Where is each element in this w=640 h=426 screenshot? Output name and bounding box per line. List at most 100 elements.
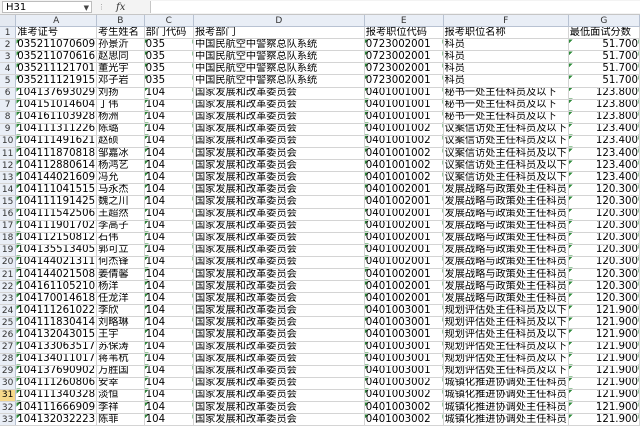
column-header-g[interactable]: G	[568, 15, 640, 28]
cell-e[interactable]: 0401001002	[364, 123, 444, 136]
cell-a[interactable]: 035211121701	[15, 62, 98, 76]
cell-c[interactable]: 104	[144, 111, 194, 124]
cell-f[interactable]: 科员	[443, 38, 569, 52]
cell-f[interactable]: 发展战略与政策处主任科员	[443, 220, 569, 233]
cell-e[interactable]: 0401001002	[364, 171, 444, 185]
cell-g[interactable]: 121.900	[568, 353, 640, 366]
cell-b[interactable]: 石伟	[96, 232, 145, 245]
row-header[interactable]: 10	[0, 135, 17, 149]
cell-d[interactable]: 国家发展和改革委员会	[193, 365, 365, 378]
cell-b[interactable]: 苏保涛	[96, 341, 145, 354]
cell-e[interactable]: 0401002001	[364, 183, 444, 197]
cell-d[interactable]: 中国民航空中警察总队系统	[193, 62, 365, 76]
cell-b[interactable]: 杨洲	[96, 111, 145, 124]
cell-d[interactable]: 中国民航空中警察总队系统	[193, 50, 365, 64]
row-header[interactable]: 23	[0, 292, 17, 306]
cell-c[interactable]: 104	[144, 304, 194, 318]
row-header[interactable]: 13	[0, 171, 17, 185]
cell-f[interactable]: 科员	[443, 62, 569, 76]
cell-e[interactable]: 0401003001	[364, 316, 444, 330]
cell-f[interactable]: 发展战略与政策处主任科员	[443, 244, 569, 257]
cell-g[interactable]: 123.800	[568, 87, 640, 100]
cell-a[interactable]: 104134011017	[15, 353, 98, 366]
cell-c[interactable]: 104	[144, 377, 194, 390]
cell-c[interactable]: 104	[144, 147, 194, 161]
cell-e[interactable]: 0401002001	[364, 208, 444, 221]
cell-b[interactable]: 孙景沂	[96, 38, 145, 52]
cell-g[interactable]: 123.800	[568, 111, 640, 124]
cell-a[interactable]: 104111830414	[15, 316, 98, 330]
column-header-c[interactable]: C	[144, 15, 194, 28]
cell-b[interactable]: 考生姓名	[96, 26, 145, 40]
cell-f[interactable]: 发展战略与政策处主任科员	[443, 256, 569, 269]
row-header[interactable]: 24	[0, 304, 17, 318]
cell-e[interactable]: 0401003001	[364, 328, 444, 342]
cell-d[interactable]: 国家发展和改革委员会	[193, 304, 365, 318]
cell-a[interactable]: 104111666909	[15, 401, 98, 415]
row-header[interactable]: 27	[0, 341, 17, 354]
cell-a[interactable]: 104111191425	[15, 195, 98, 209]
cell-e[interactable]: 0401003002	[364, 401, 444, 415]
cell-a[interactable]: 104135513405	[15, 244, 98, 257]
cell-f[interactable]: 规划评估处主任科员及以下	[443, 304, 569, 318]
cell-e[interactable]: 0723002001	[364, 50, 444, 64]
cell-a[interactable]: 104112880614	[15, 159, 98, 173]
cell-d[interactable]: 国家发展和改革委员会	[193, 123, 365, 136]
cell-f[interactable]: 规划评估处主任科员及以下	[443, 341, 569, 354]
cell-g[interactable]: 120.300	[568, 232, 640, 245]
cell-g[interactable]: 120.300	[568, 244, 640, 257]
cell-f[interactable]: 城镇化推进协调处主任科员	[443, 389, 569, 403]
cell-e[interactable]: 0401002001	[364, 195, 444, 209]
row-header[interactable]: 8	[0, 111, 17, 124]
cell-e[interactable]: 0401002001	[364, 268, 444, 282]
cell-b[interactable]: 丁伟	[96, 99, 145, 112]
cell-f[interactable]: 科员	[443, 50, 569, 64]
cell-d[interactable]: 国家发展和改革委员会	[193, 99, 365, 112]
row-header[interactable]: 14	[0, 183, 17, 197]
cell-a[interactable]: 104112150812	[15, 232, 98, 245]
row-header[interactable]: 5	[0, 74, 17, 88]
row-header[interactable]: 32	[0, 401, 17, 415]
column-header-d[interactable]: D	[193, 15, 365, 28]
cell-d[interactable]: 国家发展和改革委员会	[193, 292, 365, 306]
cell-g[interactable]: 121.900	[568, 377, 640, 390]
cell-g[interactable]: 121.900	[568, 304, 640, 318]
cell-b[interactable]: 李祥	[96, 401, 145, 415]
cell-c[interactable]: 104	[144, 365, 194, 378]
cell-g[interactable]: 120.300	[568, 268, 640, 282]
cell-c[interactable]: 104	[144, 99, 194, 112]
cell-a[interactable]: 104144021609	[15, 171, 98, 185]
cell-a[interactable]: 035211070616	[15, 50, 98, 64]
cell-f[interactable]: 议案信访处主任科员及以下	[443, 159, 569, 173]
cell-f[interactable]: 发展战略与政策处主任科员	[443, 195, 569, 209]
cell-c[interactable]: 104	[144, 389, 194, 403]
row-header[interactable]: 30	[0, 377, 17, 390]
cell-g[interactable]: 123.400	[568, 147, 640, 161]
cell-g[interactable]: 123.400	[568, 123, 640, 136]
row-header[interactable]: 28	[0, 353, 17, 366]
cell-d[interactable]: 中国民航空中警察总队系统	[193, 74, 365, 88]
cell-e[interactable]: 0723002001	[364, 74, 444, 88]
cell-g[interactable]: 51.700	[568, 38, 640, 52]
cell-a[interactable]: 104111870818	[15, 147, 98, 161]
cell-e[interactable]: 0401002001	[364, 292, 444, 306]
cell-g[interactable]: 120.300	[568, 220, 640, 233]
cell-e[interactable]: 0401001002	[364, 159, 444, 173]
row-header[interactable]: 3	[0, 50, 17, 64]
cell-c[interactable]: 104	[144, 316, 194, 330]
row-header[interactable]: 25	[0, 316, 17, 330]
cell-c[interactable]: 035	[144, 62, 194, 76]
cell-a[interactable]: 035211121915	[15, 74, 98, 88]
cell-b[interactable]: 王超然	[96, 208, 145, 221]
cell-g[interactable]: 121.900	[568, 316, 640, 330]
cell-d[interactable]: 国家发展和改革委员会	[193, 389, 365, 403]
cell-g[interactable]: 121.900	[568, 401, 640, 415]
cell-f[interactable]: 议案信访处主任科员及以下	[443, 171, 569, 185]
cell-c[interactable]: 104	[144, 195, 194, 209]
cell-f[interactable]: 规划评估处主任科员及以下	[443, 316, 569, 330]
cell-a[interactable]: 104137690902	[15, 365, 98, 378]
splitter-handle[interactable]: ⋮	[98, 3, 105, 11]
cell-d[interactable]: 国家发展和改革委员会	[193, 341, 365, 354]
cell-c[interactable]: 104	[144, 123, 194, 136]
cell-c[interactable]: 104	[144, 159, 194, 173]
